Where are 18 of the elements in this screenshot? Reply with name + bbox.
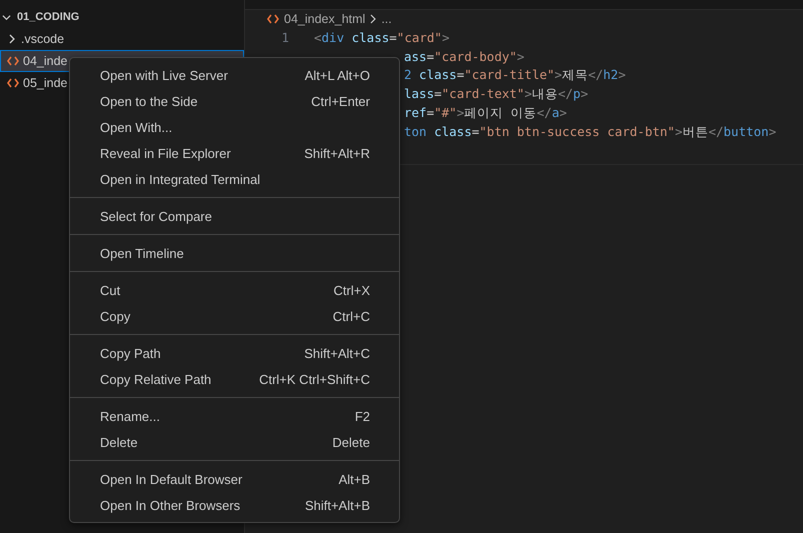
shortcut-text: Alt+B xyxy=(338,472,370,486)
code-line: ass="card-body"> xyxy=(404,49,524,64)
shortcut-text: F2 xyxy=(354,408,370,424)
code-line: <div class="card"> xyxy=(314,30,450,45)
shortcut-text: Ctrl+K Ctrl+Shift+C xyxy=(259,372,370,386)
code-line: ton class="btn btn-success card-btn">버튼</button> xyxy=(404,124,776,141)
shortcut-text: Delete xyxy=(332,434,370,450)
shortcut-text: Shift+Alt+R xyxy=(304,146,370,160)
code-line: ref="#">페이지 이동</a> xyxy=(404,105,567,122)
shortcut-text: Alt+L Alt+O xyxy=(304,68,370,82)
code-line: lass="card-text">내용</p> xyxy=(404,86,588,103)
shortcut-text: Shift+Alt+C xyxy=(304,346,370,360)
shortcut-text: Ctrl+X xyxy=(334,282,370,298)
shortcut-text: Ctrl+Enter xyxy=(311,94,370,108)
shortcut-text: Shift+Alt+B xyxy=(304,498,370,512)
code-line: 2 class="card-title">제목</h2> xyxy=(404,67,626,84)
shortcut-text: Ctrl+C xyxy=(332,308,370,324)
line-number: 1 xyxy=(280,30,290,45)
